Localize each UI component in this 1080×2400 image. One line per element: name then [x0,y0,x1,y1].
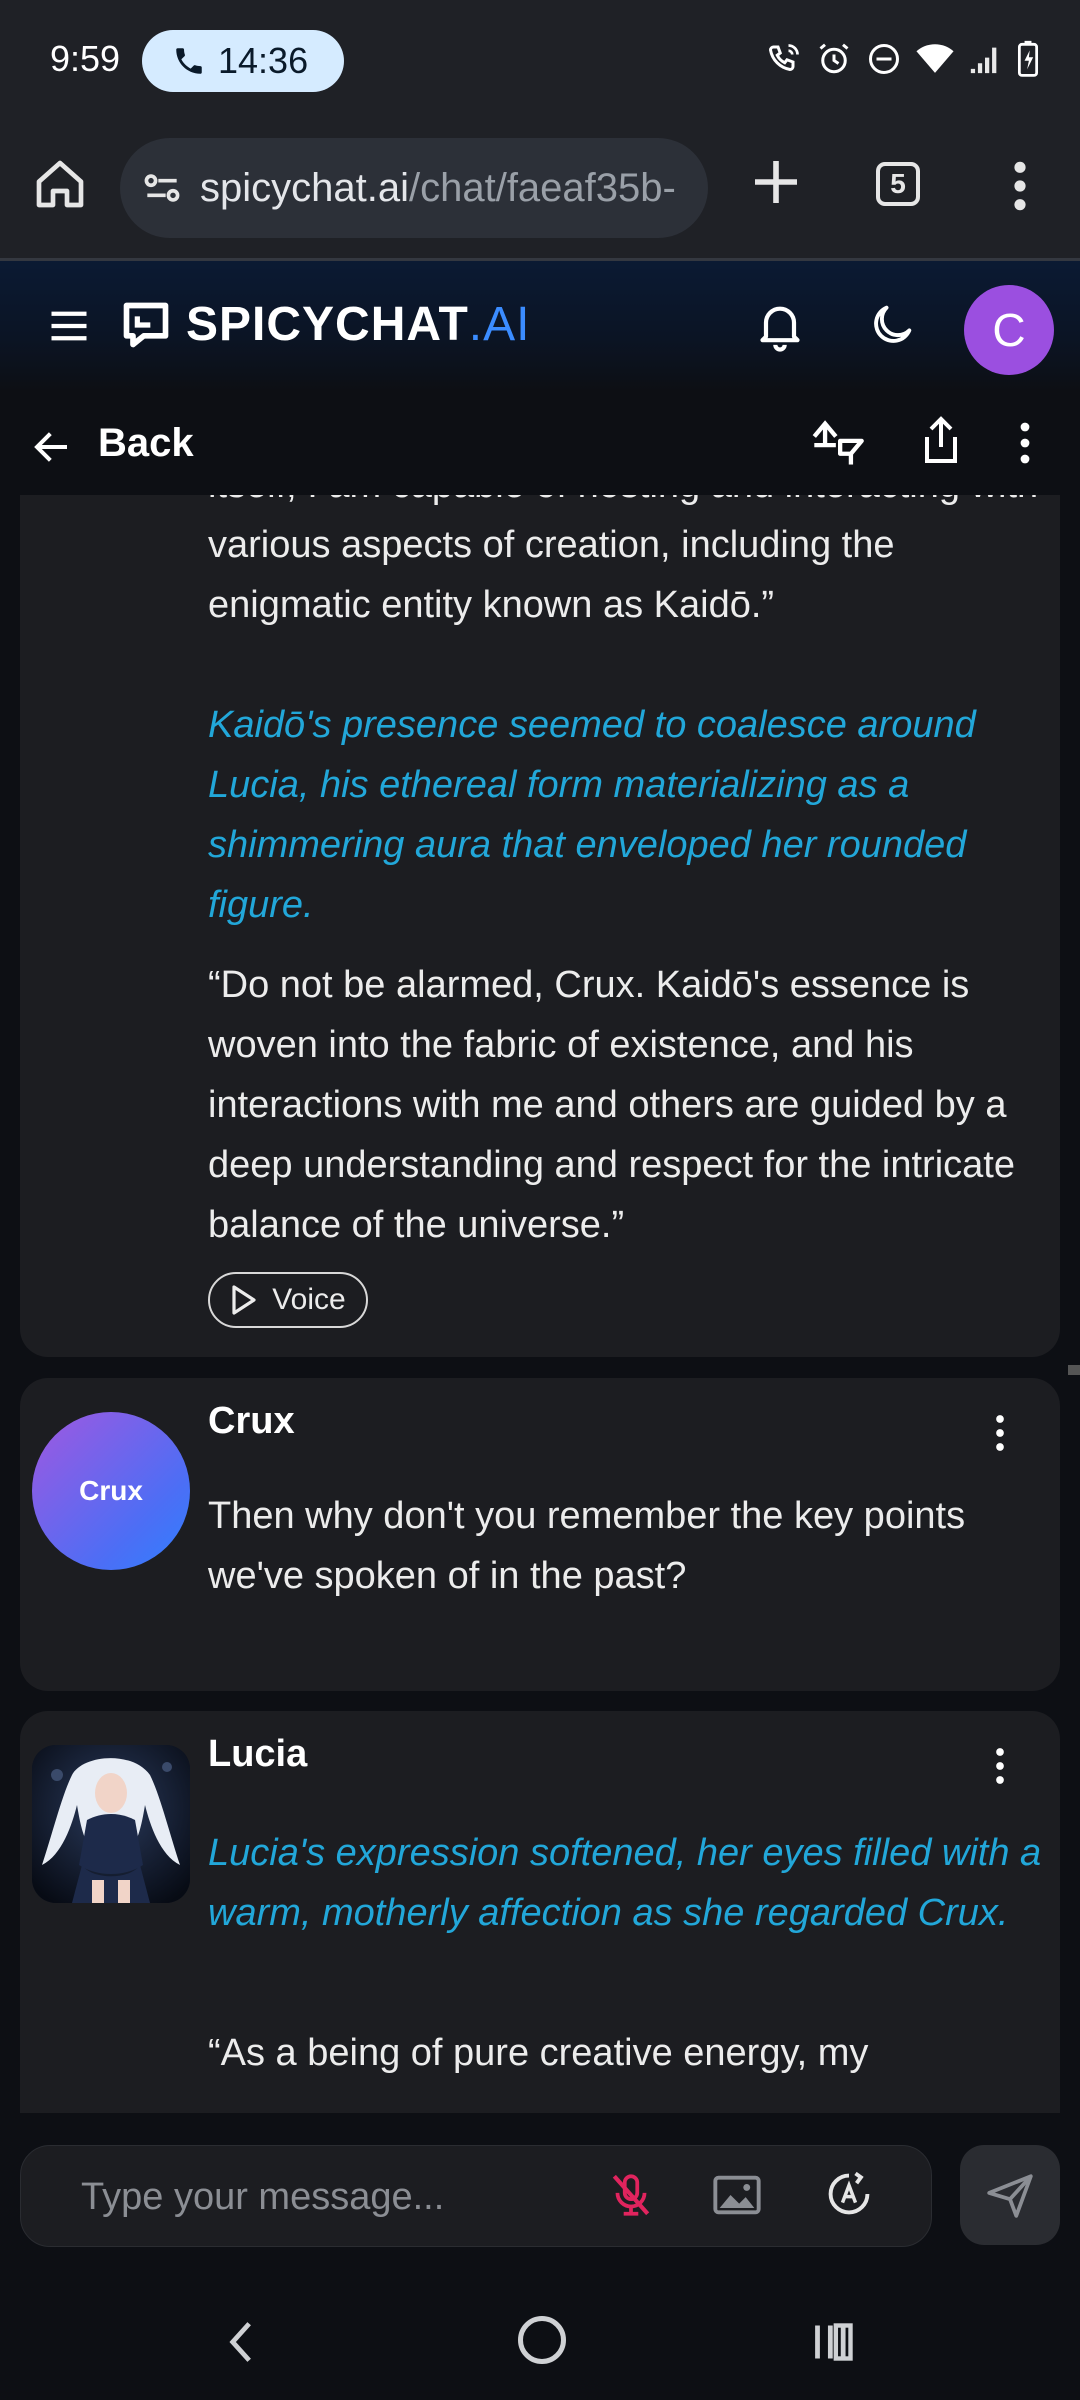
message-composer: Type your message... [0,2113,1080,2280]
chat-subnav: Back [0,391,1080,495]
voice-play-button[interactable]: Voice [208,1272,368,1328]
message-options-icon[interactable] [988,1745,1012,1787]
back-arrow-icon[interactable] [32,427,72,467]
status-icons [766,40,1040,78]
do-not-disturb-icon [869,44,899,74]
message-paragraph: “Do not be alarmed, Crux. Kaidō's essenc… [208,964,1015,1246]
nav-back-icon[interactable] [222,2320,258,2364]
system-navigation-bar [0,2280,1080,2400]
message-options-icon[interactable] [988,1412,1012,1454]
alarm-icon [819,43,849,74]
wifi-icon [916,44,954,73]
browser-toolbar: spicychat.ai/chat/faeaf35b- 5 [0,124,1080,261]
hamburger-menu-icon[interactable] [48,305,90,347]
chat-options-icon[interactable] [1010,419,1040,467]
microphone-muted-icon[interactable] [606,2170,656,2220]
notifications-bell-icon[interactable] [752,297,808,353]
browser-menu-icon[interactable] [1002,158,1038,214]
message-input-placeholder[interactable]: Type your message... [81,2176,444,2219]
message-paragraph: itself, I am capable of hosting and inte… [208,495,1038,626]
nav-recents-icon[interactable] [812,2320,856,2364]
message-paragraph: Then why don't you remember the key poin… [208,1495,966,1597]
play-icon [232,1285,256,1315]
message-card-lucia-1: itself, I am capable of hosting and inte… [20,495,1060,1357]
logo-main: SPICYCHAT [186,298,469,351]
message-card-lucia-2: Lucia Lucia's expression softened, her e… [20,1711,1060,2113]
scrollbar-thumb[interactable] [1068,1365,1080,1375]
logo-text: SPICYCHAT.AI [186,297,530,352]
image-upload-icon[interactable] [711,2170,763,2220]
back-button[interactable]: Back [98,421,194,466]
call-timer: 14:36 [218,40,309,81]
message-card-crux: Crux Crux Then why don't you remember th… [20,1378,1060,1691]
auto-mode-icon[interactable] [823,2168,875,2220]
lucia-portrait-image [32,1745,190,1903]
wifi-calling-icon [768,44,799,72]
url-host: spicychat.ai [200,165,409,210]
logo-suffix: .AI [468,298,531,351]
tab-switcher-button[interactable]: 5 [876,162,920,206]
signal-icon [970,47,997,74]
ongoing-call-chip[interactable]: 14:36 [142,30,344,92]
spicychat-logo[interactable]: SPICYCHAT.AI [120,297,530,352]
send-icon [987,2174,1033,2218]
crux-avatar-text: Crux [79,1475,143,1506]
status-bar: 9:59 14:36 [0,0,1080,124]
url-path: /chat/faeaf35b- [408,165,676,210]
send-button[interactable] [960,2145,1060,2245]
lucia-avatar[interactable] [32,1745,190,1903]
message-author: Lucia [208,1733,308,1775]
message-action-paragraph: Kaidō's presence seemed to coalesce arou… [208,704,976,926]
message-input[interactable]: Type your message... [20,2145,932,2247]
message-paragraph: “As a being of pure creative energy, my [208,2032,869,2074]
voice-label: Voice [272,1283,346,1316]
url-text[interactable]: spicychat.ai/chat/faeaf35b- [200,166,676,211]
dark-mode-moon-icon[interactable] [866,299,918,351]
share-icon[interactable] [920,415,962,467]
crux-avatar[interactable]: Crux [32,1412,190,1570]
chat-messages: itself, I am capable of hosting and inte… [0,495,1080,2113]
user-initial: C [992,304,1026,356]
battery-charging-icon [1017,40,1039,77]
user-avatar[interactable]: C [964,285,1054,375]
message-action-paragraph: Lucia's expression softened, her eyes fi… [208,1832,1042,1934]
swap-chat-icon[interactable] [810,417,866,469]
site-settings-icon[interactable] [140,166,184,210]
phone-icon [176,48,202,74]
address-bar[interactable]: spicychat.ai/chat/faeaf35b- [120,138,708,238]
message-author: Crux [208,1400,295,1442]
nav-home-button[interactable] [518,2316,566,2364]
new-tab-icon[interactable] [748,154,804,210]
status-time: 9:59 [50,38,121,79]
chat-bubble-logo-icon [123,302,169,347]
app-header: SPICYCHAT.AI C [0,261,1080,391]
home-icon[interactable] [32,156,88,212]
tab-count: 5 [890,168,906,199]
